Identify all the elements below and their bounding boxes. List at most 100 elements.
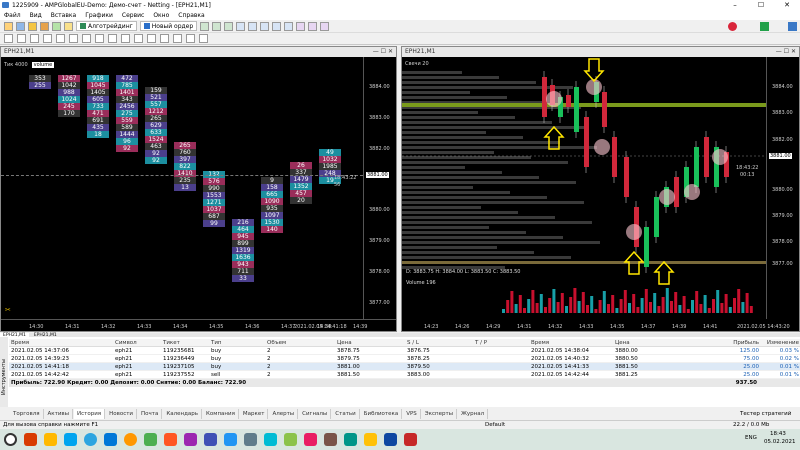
menu-file[interactable]: Файл — [4, 12, 21, 19]
signal-icon[interactable] — [760, 22, 769, 31]
col-header[interactable]: T / P — [473, 339, 529, 346]
col-header[interactable]: S / L — [405, 339, 473, 346]
left-chart-close-icon[interactable]: — ☐ ✕ — [373, 47, 393, 57]
new-chart-icon[interactable] — [4, 21, 13, 31]
horizontal-line-icon[interactable] — [43, 34, 52, 43]
search-icon[interactable] — [788, 22, 797, 31]
col-header[interactable]: Цена — [613, 339, 711, 346]
toolbox-tab[interactable]: Торговля — [10, 409, 44, 419]
menu-view[interactable]: Вид — [30, 12, 42, 19]
table-row[interactable]: 2021.02.05 14:41:18 eph21 119237105 buy 2 388… — [9, 363, 800, 371]
channel-icon[interactable] — [69, 34, 78, 43]
toolbox-tab[interactable]: Почта — [138, 409, 163, 419]
toolbox-tab[interactable]: Календарь — [163, 409, 203, 419]
app-icon[interactable] — [164, 433, 177, 446]
toolbox-tab[interactable]: История — [74, 409, 106, 419]
m5-button[interactable] — [134, 34, 143, 43]
templates-icon[interactable] — [320, 21, 330, 31]
col-header[interactable]: Символ — [113, 339, 161, 346]
menu-charts[interactable]: Графики — [85, 12, 113, 19]
toolbox-tab[interactable]: Компания — [203, 409, 239, 419]
toolbox-icon[interactable] — [64, 21, 73, 31]
col-header[interactable]: Тикет — [161, 339, 209, 346]
candle-chart-icon[interactable] — [212, 21, 222, 31]
right-chart-close-icon[interactable]: — ☐ ✕ — [776, 47, 796, 57]
toolbox-tab[interactable]: Алерты — [269, 409, 299, 419]
table-row[interactable]: 2021.02.05 14:39:23 eph21 119236449 buy 2 387… — [9, 355, 800, 363]
algo-trading-button[interactable]: Алготрейдинг — [76, 21, 137, 31]
toolbox-tab[interactable]: Журнал — [458, 409, 489, 419]
app-icon[interactable] — [104, 433, 117, 446]
right-price-chart[interactable] — [402, 57, 766, 319]
periods-icon[interactable] — [308, 21, 318, 31]
zoom-out-icon[interactable] — [248, 21, 258, 31]
menu-window[interactable]: Окно — [153, 12, 169, 19]
footprint-area[interactable]: 353 255 1267 1042 988 1024 245 170 918 1045 1405 60… — [1, 57, 363, 319]
app-icon[interactable] — [264, 433, 277, 446]
app-icon[interactable] — [184, 433, 197, 446]
indicators-icon[interactable] — [296, 21, 306, 31]
office-icon[interactable] — [24, 433, 37, 446]
h4-button[interactable] — [186, 34, 195, 43]
bar-chart-icon[interactable] — [200, 21, 210, 31]
table-row[interactable]: 2021.02.05 14:42:42 eph21 119237552 sell 2 38… — [9, 371, 800, 379]
col-header[interactable]: Тип — [209, 339, 265, 346]
m1-button[interactable] — [121, 34, 130, 43]
strategy-tester-tab[interactable]: Тестер стратегий — [738, 410, 794, 419]
app-icon[interactable] — [144, 433, 157, 446]
m15-button[interactable] — [147, 34, 156, 43]
app-icon[interactable] — [364, 433, 377, 446]
tile-icon[interactable] — [260, 21, 270, 31]
toolbox-tab[interactable]: Активы — [45, 409, 73, 419]
toolbox-tab[interactable]: Маркет — [240, 409, 269, 419]
fibonacci-icon[interactable] — [82, 34, 91, 43]
app-icon[interactable] — [304, 433, 317, 446]
table-row[interactable]: 2021.02.05 14:37:06 eph21 119235681 buy 2 387… — [9, 347, 800, 355]
profiles-icon[interactable] — [16, 21, 25, 31]
menu-help[interactable]: Справка — [178, 12, 204, 19]
shapes-icon[interactable] — [108, 34, 117, 43]
close-button[interactable]: ✕ — [774, 0, 800, 10]
language-indicator[interactable]: ENG — [745, 435, 757, 441]
line-chart-icon[interactable] — [224, 21, 234, 31]
new-order-button[interactable]: Новый ордер — [139, 21, 198, 31]
toolbox-tab[interactable]: Статьи — [332, 409, 360, 419]
maximize-button[interactable]: ☐ — [748, 0, 774, 10]
scroll-icon[interactable] — [272, 21, 282, 31]
browser-icon[interactable] — [124, 433, 137, 446]
trendline-icon[interactable] — [56, 34, 65, 43]
app-icon[interactable] — [284, 433, 297, 446]
toolbox-tab[interactable]: Новости — [106, 409, 138, 419]
shift-icon[interactable] — [284, 21, 294, 31]
toolbox-tab[interactable]: Сигналы — [299, 409, 332, 419]
navigator-icon[interactable] — [40, 21, 49, 31]
minimize-button[interactable]: – — [722, 0, 748, 10]
m30-button[interactable] — [160, 34, 169, 43]
toolbox-tab[interactable]: Библиотека — [361, 409, 403, 419]
menu-insert[interactable]: Вставка — [51, 12, 76, 19]
toolbox-tab[interactable]: VPS — [403, 409, 421, 419]
app-icon[interactable] — [204, 433, 217, 446]
h1-button[interactable] — [173, 34, 182, 43]
app-icon[interactable] — [244, 433, 257, 446]
cursor-icon[interactable] — [4, 34, 13, 43]
col-header[interactable]: Объем — [265, 339, 335, 346]
edge-icon[interactable] — [64, 433, 77, 446]
toolbox-tab[interactable]: Эксперты — [422, 409, 457, 419]
app-icon[interactable] — [404, 433, 417, 446]
app-icon[interactable] — [224, 433, 237, 446]
zoom-in-icon[interactable] — [236, 21, 246, 31]
alert-icon[interactable] — [728, 22, 737, 31]
data-window-icon[interactable] — [52, 21, 61, 31]
col-header[interactable]: Цена — [335, 339, 405, 346]
d1-button[interactable] — [199, 34, 208, 43]
metatrader-icon[interactable] — [384, 433, 397, 446]
menu-tools[interactable]: Сервис — [122, 12, 144, 19]
col-header[interactable]: Время — [529, 339, 613, 346]
telegram-icon[interactable] — [84, 433, 97, 446]
market-watch-icon[interactable] — [28, 21, 37, 31]
app-icon[interactable] — [344, 433, 357, 446]
vertical-line-icon[interactable] — [30, 34, 39, 43]
text-icon[interactable] — [95, 34, 104, 43]
col-header[interactable]: Изменение — [759, 339, 799, 346]
